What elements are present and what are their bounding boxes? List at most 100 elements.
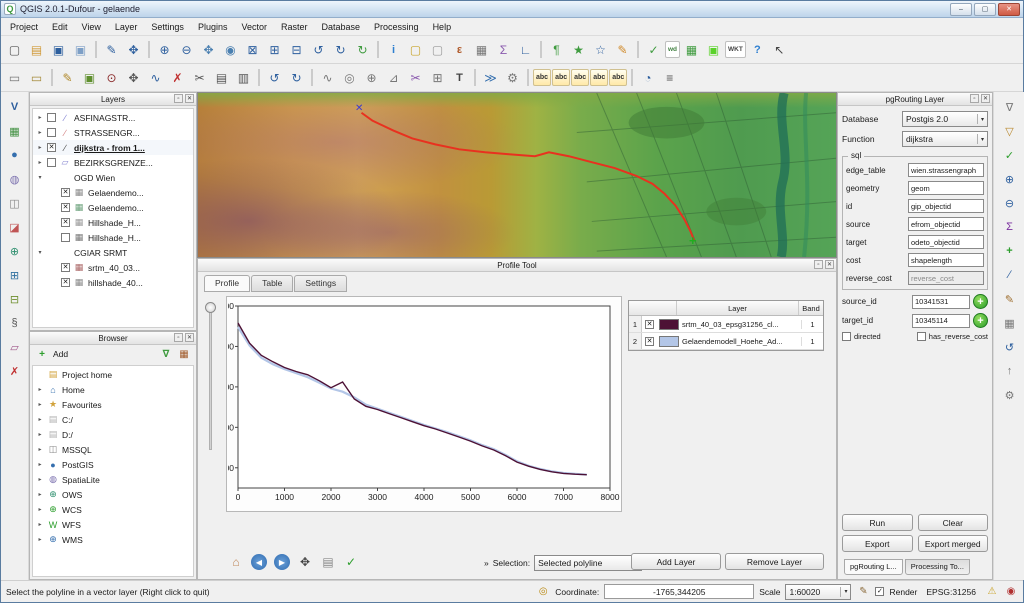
cut-features-icon[interactable]: ✂ [189,67,210,88]
menu-item[interactable]: Vector [234,20,274,34]
slider-knob[interactable] [205,302,216,313]
prev-view-icon[interactable]: ◀ [251,554,267,570]
browser-item[interactable]: ▸ ⊕ WMS [33,532,193,547]
layer-checkbox[interactable]: ✕ [61,278,70,287]
expander-icon[interactable]: ▸ [36,461,44,468]
close-panel-icon[interactable]: ✕ [981,94,990,103]
history-icon[interactable]: ↺ [1000,337,1020,357]
clear-button[interactable]: Clear [918,514,989,531]
open-project-icon[interactable]: ▤ [26,39,47,60]
layer-item[interactable]: ▸ ∕ ASFINAGSTR... [33,110,193,125]
add-point-icon[interactable]: + [1000,241,1020,261]
add-part-icon[interactable]: ⊕ [361,67,382,88]
menu-item[interactable]: Processing [367,20,426,34]
zoom-full-icon[interactable]: ⊠ [242,39,263,60]
close-button[interactable]: ✕ [998,3,1020,16]
profile-tab[interactable]: Settings [294,275,347,292]
add-layer-icon[interactable]: + [35,347,49,361]
node-editor-icon[interactable]: ∿ [145,67,166,88]
add-layer-button[interactable]: Add Layer [631,553,721,570]
save-edits-icon[interactable]: ▣ [79,67,100,88]
epsg-button[interactable]: EPSG:31256 [922,586,980,598]
profile-tab[interactable]: Table [251,275,293,292]
menu-item[interactable]: Layer [108,20,145,34]
text-annotation-icon[interactable]: T [449,67,470,88]
expander-icon[interactable]: ▸ [36,476,44,483]
touch-zoom-icon[interactable]: ◉ [220,39,241,60]
layer-checkbox[interactable] [47,158,56,167]
profile-table-row[interactable]: 2 ✕ Gelaendemodell_Hoehe_Ad... 1 [629,333,823,350]
zoom-out-icon[interactable]: ⊖ [176,39,197,60]
layer-item[interactable]: ▦ Hillshade_H... [33,230,193,245]
menu-item[interactable]: Plugins [191,20,235,34]
filter-icon[interactable]: ∇ [159,347,173,361]
browser-item[interactable]: ▸ ● PostGIS [33,457,193,472]
expander-icon[interactable]: ▸ [36,114,44,121]
layer-item[interactable]: ✕ ▦ Gelaendemo... [33,185,193,200]
field-input[interactable]: efrom_objectid [908,217,984,231]
profile-tab[interactable]: Profile [204,275,250,292]
expander-icon[interactable]: ▸ [36,386,44,393]
redo-icon[interactable]: ↻ [286,67,307,88]
layer-checkbox[interactable]: ✕ [61,218,70,227]
expander-icon[interactable]: ▸ [36,159,44,166]
export-button[interactable]: Export [842,535,913,552]
add-vector-layer-icon[interactable]: V [5,97,25,117]
source-id-input[interactable]: 10341531 [912,295,970,309]
layer-item[interactable]: ▾ OGD Wien [33,170,193,185]
scale-combo[interactable]: 1:60020 ▾ [785,584,851,600]
menu-item[interactable]: Project [3,20,45,34]
delete-selected-icon[interactable]: ✗ [167,67,188,88]
annotation-icon[interactable]: ✎ [612,39,633,60]
deselect-features-icon[interactable]: ▢ [427,39,448,60]
remove-layer-button[interactable]: Remove Layer [725,553,824,570]
expander-icon[interactable]: ▸ [36,521,44,528]
remove-layer-icon[interactable]: ✗ [5,361,25,381]
map-canvas[interactable]: ✕ + [197,92,837,258]
measure-icon[interactable]: ∟ [515,39,536,60]
expander-icon[interactable]: ▸ [36,506,44,513]
layer-checkbox[interactable] [47,128,56,137]
expander-icon[interactable]: ▸ [36,431,44,438]
layer-item[interactable]: ▸ ✕ ∕ dijkstra - from 1... [33,140,193,155]
zoom-in-icon[interactable]: ⊕ [154,39,175,60]
float-panel-icon[interactable]: ▫ [174,333,183,342]
select-by-expression-icon[interactable]: ε [449,39,470,60]
refresh-browser-icon[interactable]: ▦ [177,347,191,361]
layer-item[interactable]: ✕ ▦ hillshade_40... [33,275,193,290]
add-ring-icon[interactable]: ◎ [339,67,360,88]
undo-icon[interactable]: ↺ [264,67,285,88]
composer-manager-icon[interactable]: ▭ [26,67,47,88]
menu-item[interactable]: Database [315,20,368,34]
layer-item[interactable]: ▸ ∕ STRASSENGR... [33,125,193,140]
apply-icon[interactable]: ✓ [343,554,359,570]
browser-item[interactable]: ▸ ⊕ OWS [33,487,193,502]
check-validity-icon[interactable]: ✓ [1000,145,1020,165]
zoom-next-icon[interactable]: ↻ [330,39,351,60]
browser-item[interactable]: ▸ ⌂ Home [33,382,193,397]
export-icon[interactable]: ↑ [1000,361,1020,381]
toggle-editing-icon[interactable]: ✎ [57,67,78,88]
browser-item[interactable]: ▸ ◫ MSSQL [33,442,193,457]
expander-icon[interactable]: ▸ [36,491,44,498]
zoom-to-selection-icon[interactable]: ⊞ [264,39,285,60]
simplify-feature-icon[interactable]: ∿ [317,67,338,88]
add-line-icon[interactable]: ∕ [1000,265,1020,285]
reshape-icon[interactable]: ⊿ [383,67,404,88]
run-button[interactable]: Run [842,514,913,531]
add-feature-icon[interactable]: ⊙ [101,67,122,88]
whats-this-icon[interactable]: ↖ [769,39,790,60]
label-rotate-icon[interactable]: abc [571,69,589,86]
add-raster-layer-icon[interactable]: ▦ [5,121,25,141]
menu-item[interactable]: View [75,20,108,34]
layer-checkbox[interactable]: ✕ [61,203,70,212]
expander-icon[interactable]: ▸ [36,401,44,408]
layer-checkbox[interactable]: ✕ [61,263,70,272]
merge-features-icon[interactable]: ⊞ [427,67,448,88]
expander-icon[interactable]: ▸ [36,416,44,423]
expander-icon[interactable]: ▾ [36,174,44,181]
pick-source-icon[interactable]: + [973,294,988,309]
layer-checkbox[interactable]: ✕ [61,188,70,197]
expander-icon[interactable]: ▸ [36,446,44,453]
zoom-to-layer-icon[interactable]: ⊟ [286,39,307,60]
